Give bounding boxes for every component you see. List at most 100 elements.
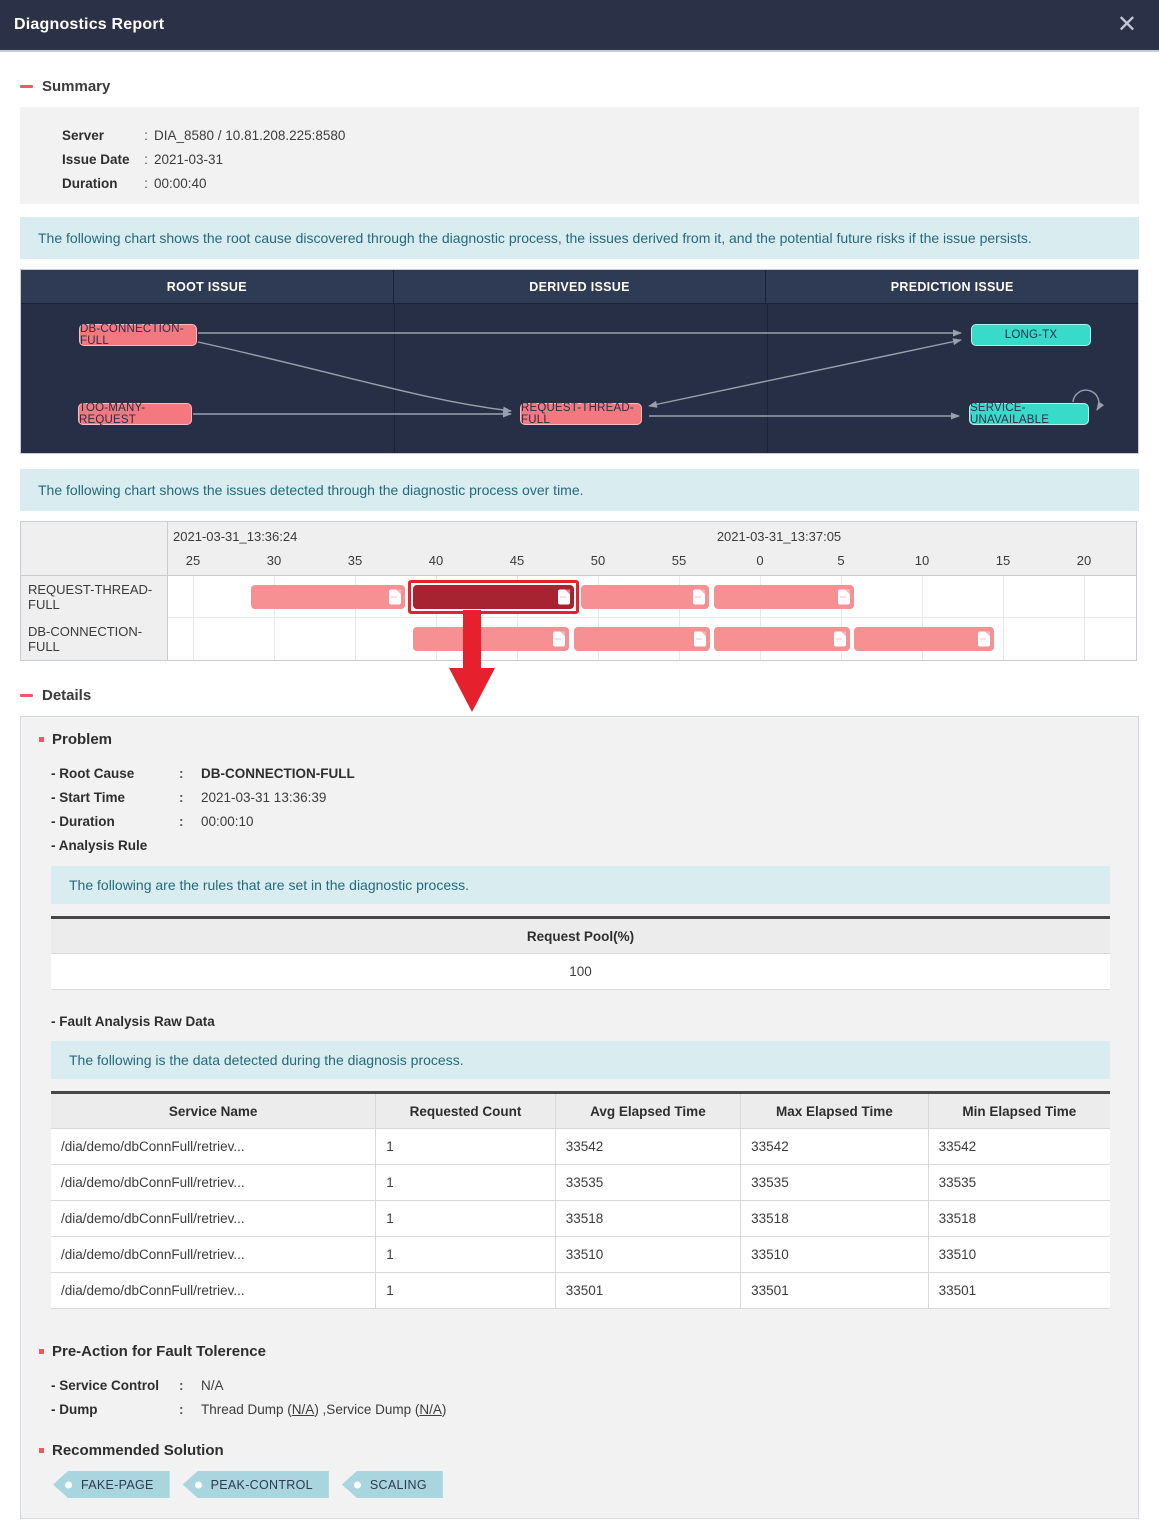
field-colon: : — [179, 1398, 193, 1422]
table-row: /dia/demo/dbConnFull/retriev...133535335… — [51, 1165, 1110, 1201]
column-header: Avg Elapsed Time — [555, 1093, 740, 1129]
field-colon: : — [179, 810, 193, 834]
section-dash-icon — [20, 85, 33, 88]
summary-value: DIA_8580 / 10.81.208.225:8580 — [154, 124, 345, 148]
dump-file-icon[interactable] — [978, 632, 990, 647]
timeline-tick-labels: 2530354045505505101520 — [168, 549, 1136, 576]
dump-file-icon[interactable] — [693, 589, 705, 604]
field-label: - Service Control — [51, 1374, 179, 1398]
table-row: /dia/demo/dbConnFull/retriev...133501335… — [51, 1273, 1110, 1309]
table-row: /dia/demo/dbConnFull/retriev...1 33542335… — [51, 1129, 1110, 1165]
timeline-tick-label: 45 — [510, 553, 524, 568]
analysis-rule-table: Request Pool(%)100 — [51, 916, 1110, 990]
dump-file-icon[interactable] — [834, 632, 846, 647]
timeline-tick-label: 40 — [429, 553, 443, 568]
timeline-row-labels: REQUEST-THREAD-FULLDB-CONNECTION-FULL — [21, 522, 168, 660]
table-cell: 1 — [376, 1201, 555, 1237]
dialog-header: Diagnostics Report ✕ — [0, 0, 1159, 52]
dump-na-link[interactable]: N/A — [292, 1402, 315, 1417]
details-panel: Problem - Root Cause:DB-CONNECTION-FULL-… — [20, 716, 1139, 1519]
timeline-tick-label: 30 — [267, 553, 281, 568]
table-cell: /dia/demo/dbConnFull/retriev... — [51, 1129, 376, 1165]
timeline-row-label: REQUEST-THREAD-FULL — [21, 576, 167, 618]
field-colon: : — [179, 786, 193, 810]
dump-file-icon[interactable] — [553, 632, 565, 647]
table-header-row: Service NameRequested CountAvg Elapsed T… — [51, 1093, 1110, 1129]
table-header-row: Request Pool(%) — [51, 918, 1110, 954]
timeline-header-spacer — [21, 522, 167, 576]
bullet-square-icon — [39, 1448, 44, 1453]
table-cell: 33542 — [928, 1129, 1110, 1165]
field-label: - Root Cause — [51, 762, 179, 786]
summary-panel: Server:DIA_8580 / 10.81.208.225:8580Issu… — [20, 107, 1139, 204]
problem-field-row: - Duration:00:00:10 — [51, 810, 1120, 834]
issue-bar[interactable] — [854, 627, 994, 651]
close-icon[interactable]: ✕ — [1117, 13, 1137, 37]
dialog-body: Summary Server:DIA_8580 / 10.81.208.225:… — [0, 52, 1159, 1519]
issue-flow-banner: The following chart shows the root cause… — [20, 217, 1139, 259]
pre-action-field-row: - Service Control: N/A — [51, 1374, 1120, 1398]
dump-na-link[interactable]: N/A — [419, 1402, 442, 1417]
field-value: N/A — [193, 1374, 224, 1398]
field-label: - Duration — [51, 810, 179, 834]
table-cell: 33510 — [555, 1237, 740, 1273]
issue-bar[interactable] — [574, 627, 710, 651]
field-text: ) ,Service Dump ( — [314, 1402, 419, 1417]
solution-badge-scaling: SCALING — [342, 1471, 443, 1498]
selected-issue-bar[interactable] — [413, 585, 574, 609]
timeline-tick-label: 0 — [756, 553, 763, 568]
table-cell: 33510 — [741, 1237, 928, 1273]
dump-file-icon[interactable] — [694, 632, 706, 647]
raw-data-banner: The following is the data detected durin… — [51, 1041, 1110, 1079]
bullet-square-icon — [39, 737, 44, 742]
summary-value: 00:00:40 — [154, 172, 207, 196]
field-label: - Analysis Rule — [51, 834, 179, 858]
dump-file-icon[interactable] — [838, 589, 850, 604]
timeline-row-label: DB-CONNECTION-FULL — [21, 618, 167, 660]
diagnostics-report-dialog: Diagnostics Report ✕ Summary Server:DIA_… — [0, 0, 1159, 1519]
column-header: Max Elapsed Time — [741, 1093, 928, 1129]
table-cell: 1 — [376, 1129, 555, 1165]
issue-flow-column-title: PREDICTION ISSUE — [766, 270, 1138, 303]
field-text: ) — [442, 1402, 447, 1417]
timeline-tick-label: 55 — [672, 553, 686, 568]
issue-bar[interactable] — [251, 585, 405, 609]
problem-field-row: - Root Cause:DB-CONNECTION-FULL — [51, 762, 1120, 786]
timeline-rows — [168, 576, 1136, 660]
timeline-row — [168, 618, 1136, 660]
field-colon: : — [179, 762, 193, 786]
field-value: Thread Dump (N/A) ,Service Dump (N/A) — [193, 1398, 446, 1422]
pre-action-heading: Pre-Action for Fault Tolerence — [39, 1343, 1120, 1360]
issue-bar[interactable] — [714, 585, 854, 609]
dump-file-icon[interactable] — [389, 589, 401, 604]
summary-label: Duration — [62, 172, 138, 196]
field-text: N/A — [201, 1378, 224, 1393]
bullet-square-icon — [39, 1349, 44, 1354]
timeline-banner: The following chart shows the issues det… — [20, 469, 1139, 511]
table-cell: 1 — [376, 1237, 555, 1273]
edge-requestthread-longtx — [649, 340, 961, 406]
solution-badge-peak-control: PEAK-CONTROL — [183, 1471, 329, 1498]
issue-bar[interactable] — [581, 585, 709, 609]
table-cell: 100 — [51, 954, 1110, 990]
table-cell: 33542 — [741, 1129, 928, 1165]
summary-section-title: Summary — [42, 78, 110, 95]
dump-file-icon[interactable] — [558, 589, 570, 604]
column-header: Min Elapsed Time — [928, 1093, 1110, 1129]
table-cell: 33535 — [928, 1165, 1110, 1201]
problem-field-row: - Start Time:2021-03-31 13:36:39 — [51, 786, 1120, 810]
issue-bar[interactable] — [714, 627, 850, 651]
pre-action-fields: - Service Control:N/A- Dump:Thread Dump … — [51, 1374, 1120, 1422]
table-cell: 33535 — [741, 1165, 928, 1201]
field-value — [193, 834, 201, 858]
field-colon: : — [179, 1374, 193, 1398]
selected-issue-bar-highlight[interactable] — [408, 580, 579, 614]
timeline-plot-area: 2021-03-31_13:36:242021-03-31_13:37:05 2… — [168, 522, 1136, 660]
table-cell: 33518 — [741, 1201, 928, 1237]
timeline-row — [168, 576, 1136, 618]
field-value: DB-CONNECTION-FULL — [193, 762, 355, 786]
dialog-title: Diagnostics Report — [14, 16, 164, 34]
issue-bar[interactable] — [413, 627, 569, 651]
timeline-tick-label: 5 — [837, 553, 844, 568]
table-cell: 33501 — [928, 1273, 1110, 1309]
